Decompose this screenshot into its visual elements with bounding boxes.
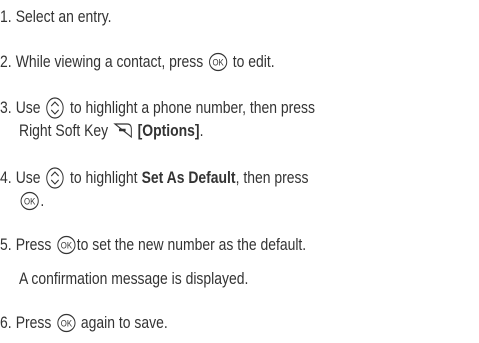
ok-glyph: OK: [212, 57, 223, 68]
step-6-text-pre: Press: [15, 313, 52, 332]
ok-glyph: OK: [24, 196, 35, 207]
step-4-text-mid: to highlight: [70, 168, 138, 187]
step-2-text-pre: While viewing a contact, press: [15, 52, 204, 71]
step-4-continuation: OK .: [19, 191, 44, 211]
step-6: 6. Press OK again to save.: [0, 313, 168, 333]
step-3: 3. Use to highlight a phone number, then…: [0, 97, 315, 119]
nav-updown-icon: [45, 97, 66, 119]
step-3-number: 3.: [0, 98, 12, 117]
step-5-continuation: A confirmation message is displayed.: [19, 269, 248, 289]
step-4-text-post: , then press: [235, 168, 309, 187]
set-as-default-label: Set As Default: [141, 168, 236, 187]
step-3-text-pre: Use: [15, 98, 41, 117]
ok-glyph: OK: [61, 240, 72, 251]
step-3-cont-pre: Right Soft Key: [19, 121, 109, 140]
step-5-text-post: to set the new number as the default.: [76, 235, 307, 254]
step-2-text-post: to edit.: [232, 52, 275, 71]
confirmation-message-text: A confirmation message is displayed.: [19, 269, 249, 288]
options-label: [Options]: [137, 121, 200, 140]
step-3-continuation: Right Soft Key [Options].: [19, 121, 203, 141]
step-2-number: 2.: [0, 52, 12, 71]
right-softkey-icon: [112, 121, 133, 141]
step-3-cont-post: .: [199, 121, 204, 140]
step-6-text-post: again to save.: [80, 313, 168, 332]
step-5-number: 5.: [0, 235, 12, 254]
ok-glyph: OK: [61, 318, 72, 329]
step-1: 1. Select an entry.: [0, 7, 112, 27]
step-1-number: 1.: [0, 7, 12, 26]
step-1-text: Select an entry.: [15, 7, 112, 26]
step-5-text-pre: Press: [15, 235, 52, 254]
ok-icon: OK: [55, 313, 76, 333]
ok-icon: OK: [207, 52, 228, 72]
step-4-cont-post: .: [40, 191, 45, 210]
step-4-number: 4.: [0, 168, 12, 187]
instruction-page: 1. Select an entry. 2. While viewing a c…: [0, 0, 479, 343]
step-3-text-post: to highlight a phone number, then press: [70, 98, 315, 117]
step-5: 5. Press OK to set the new number as the…: [0, 235, 306, 255]
ok-icon: OK: [19, 191, 40, 211]
step-6-number: 6.: [0, 313, 12, 332]
step-4-text-pre: Use: [15, 168, 41, 187]
step-4: 4. Use to highlight Set As Default, then…: [0, 167, 309, 189]
step-2: 2. While viewing a contact, press OK to …: [0, 52, 275, 72]
ok-icon: OK: [55, 235, 76, 255]
nav-updown-icon: [45, 167, 66, 189]
